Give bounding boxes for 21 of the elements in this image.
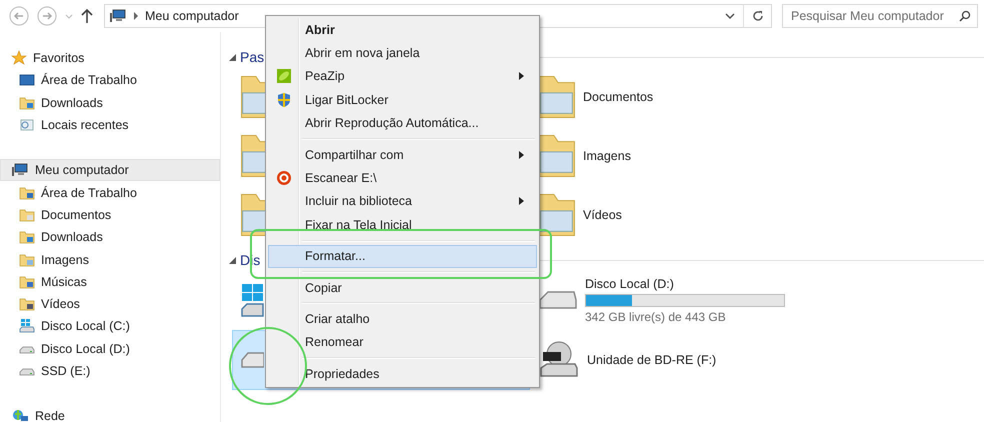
drive-label: Disco Local (D:)	[585, 276, 675, 290]
drive-label: Unidade de BD-RE (F:)	[587, 353, 716, 367]
nav-label: Downloads	[41, 230, 103, 244]
nav-label: SSD (E:)	[41, 364, 90, 378]
nav-label: Rede	[35, 409, 65, 422]
nav-label: Locais recentes	[41, 118, 129, 132]
folder-label: Vídeos	[583, 208, 622, 222]
folder-label: Documentos	[583, 90, 654, 104]
nav-label: Downloads	[41, 96, 103, 110]
nav-label: Disco Local (C:)	[41, 319, 130, 334]
folder-label: Imagens	[583, 148, 631, 162]
nav-label: Favoritos	[33, 51, 84, 66]
nav-label: Área de Trabalho	[41, 73, 137, 88]
nav-label: Disco Local (D:)	[41, 342, 130, 356]
nav-label: Documentos	[41, 208, 112, 222]
free-space-text: 342 GB livre(s) de 443 GB	[585, 310, 727, 324]
nav-label: Imagens	[41, 252, 89, 267]
nav-label: Meu computador	[35, 163, 129, 178]
nav-label: Músicas	[41, 274, 87, 289]
nav-label: Área de Trabalho	[41, 186, 137, 200]
nav-label: Vídeos	[41, 297, 80, 312]
